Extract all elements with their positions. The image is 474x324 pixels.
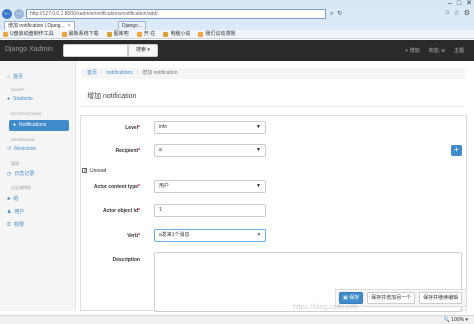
favorite-item[interactable]: 开·在 xyxy=(136,30,155,38)
sidebar-item-groups[interactable]: ♣ 组 xyxy=(7,195,18,203)
sidebar-section-auth: 认证和授权 xyxy=(11,185,31,190)
app-navbar: Django Xadmin 搜索 ▾ + 增加 欢迎, w 主题 xyxy=(0,40,474,61)
breadcrumb-model[interactable]: notifications xyxy=(106,70,132,76)
sidebar-section-myapp: MYAPP xyxy=(11,87,25,92)
actor-object-id-input[interactable]: 1 xyxy=(154,204,266,217)
unread-label: Unread xyxy=(90,168,107,174)
save-and-add-another-button[interactable]: 保存并增加另一个 xyxy=(367,292,416,304)
favorite-item[interactable]: U盘启动盘制作工具 xyxy=(3,30,54,38)
circle-icon: ● xyxy=(7,96,11,102)
zoom-icon: 🔍 xyxy=(443,317,450,323)
sidebar-item-log[interactable]: ◷ 日志记录 xyxy=(7,170,34,178)
level-label: Level* xyxy=(125,125,140,131)
sidebar-section-notifications: NOTIFICATIONS xyxy=(11,111,42,116)
minimize-icon[interactable]: – xyxy=(448,0,452,8)
tab-close-icon[interactable]: × xyxy=(68,23,71,29)
page-title: 增加 notification xyxy=(81,87,465,107)
add-recipient-button[interactable]: + xyxy=(451,145,462,156)
sidebar-item-students[interactable]: ● Students xyxy=(7,96,33,102)
breadcrumb-home[interactable]: 首页 xyxy=(87,70,97,76)
caret-down-icon: ▼ xyxy=(256,183,261,189)
favorites-star-icon[interactable]: ☆ xyxy=(453,9,459,17)
global-search-input[interactable] xyxy=(63,44,128,57)
caret-down-icon: ▼ xyxy=(256,147,261,153)
history-icon: ↺ xyxy=(7,146,12,152)
favorite-icon xyxy=(61,31,67,37)
verb-label: Verb* xyxy=(127,233,140,239)
save-icon: ▣ xyxy=(343,295,348,301)
clear-icon[interactable]: ✕ xyxy=(257,230,261,241)
clock-icon: ◷ xyxy=(7,170,12,177)
actor-content-type-select[interactable]: 用户 ▼ xyxy=(154,180,266,193)
favorite-item[interactable]: 图库吧 xyxy=(106,30,129,38)
save-button[interactable]: ▣ 保存 xyxy=(339,292,364,304)
sidebar-item-permissions[interactable]: ⚿ 权限 xyxy=(7,221,24,229)
favorite-item[interactable]: 电脑小说 xyxy=(163,30,190,38)
zoom-level[interactable]: 🔍 100% ▾ xyxy=(444,316,468,324)
check-icon: ✓ xyxy=(83,168,88,174)
browser-title-bar: – □ ✕ xyxy=(0,0,474,8)
browser-status-bar: 🔍 100% ▾ xyxy=(0,315,474,324)
plus-icon: + xyxy=(454,145,459,154)
favorite-item[interactable]: 最新系统下载 xyxy=(61,30,99,38)
close-icon[interactable]: ✕ xyxy=(466,0,472,8)
favorite-item[interactable]: 我们议动漫帽 xyxy=(198,30,235,38)
forward-button[interactable]: → xyxy=(14,9,24,19)
favorite-icon xyxy=(106,31,112,37)
favorites-bar: U盘启动盘制作工具 最新系统下载 图库吧 开·在 电脑小说 我们议动漫帽 xyxy=(0,30,474,39)
refresh-icon[interactable]: ↻ xyxy=(337,9,342,19)
sidebar-section-reversion: REVERSION xyxy=(11,137,35,142)
home-icon[interactable]: ⌂ xyxy=(445,9,449,17)
circle-icon: ● xyxy=(13,122,17,128)
tab-label: Django... xyxy=(122,23,143,29)
sidebar-item-users[interactable]: ♟ 用户 xyxy=(7,208,25,216)
user-icon: ♟ xyxy=(7,208,12,215)
actor-content-type-label: Actor content type* xyxy=(93,184,140,190)
actor-object-id-label: Actor object id* xyxy=(103,208,140,214)
brand-title[interactable]: Django Xadmin xyxy=(5,46,53,53)
address-input[interactable]: http://127.0.0.1:8000/xadmin/notificatio… xyxy=(26,9,326,19)
breadcrumb: 首页 / notifications / 增加 notification xyxy=(81,68,465,79)
search-button[interactable]: 搜索 ▾ xyxy=(128,44,158,57)
browser-tab-strip: 增加 notification | Djang... × Django... xyxy=(0,20,474,30)
watermark: https://blog.csdn.net/... xyxy=(293,304,364,311)
tools-gear-icon[interactable]: ⚙ xyxy=(464,9,470,17)
nav-user-menu[interactable]: 欢迎, w xyxy=(429,47,445,54)
lock-icon: ⚿ xyxy=(7,221,11,228)
favorite-icon xyxy=(3,31,8,37)
favorite-icon xyxy=(163,31,169,37)
sidebar-section-admin: 管理 xyxy=(11,161,19,166)
breadcrumb-current: 增加 notification xyxy=(142,70,178,76)
sidebar-item-revisions[interactable]: ↺ Revisions xyxy=(7,146,36,152)
window-controls: – □ ✕ xyxy=(448,0,472,8)
recipient-select[interactable]: a ▼ xyxy=(154,144,266,157)
recipient-label: Recipient* xyxy=(115,148,140,154)
nav-theme-menu[interactable]: 主题 xyxy=(454,47,464,54)
nav-add-menu[interactable]: + 增加 xyxy=(405,47,419,54)
home-icon: ⌂ xyxy=(7,73,11,80)
save-and-continue-button[interactable]: 保存并继续编辑 xyxy=(419,292,463,304)
tab-label: 增加 notification | Djang... xyxy=(8,23,65,29)
favorite-icon xyxy=(136,31,142,37)
description-label: Description xyxy=(112,257,140,263)
maximize-icon[interactable]: □ xyxy=(457,0,461,8)
sidebar: ⌂ 首页 MYAPP ● Students NOTIFICATIONS ● Notif… xyxy=(0,61,76,311)
search-icon[interactable]: ⌕ xyxy=(330,9,333,19)
sidebar-item-home[interactable]: ⌂ 首页 xyxy=(7,73,23,81)
level-select[interactable]: info ▼ xyxy=(154,121,266,134)
back-button[interactable]: ← xyxy=(2,9,12,19)
address-bar-row: ← → http://127.0.0.1:8000/xadmin/notific… xyxy=(0,8,474,20)
sidebar-item-notifications[interactable]: ● Notifications xyxy=(9,120,69,131)
unread-checkbox[interactable]: ✓ xyxy=(82,168,88,174)
favorite-icon xyxy=(198,31,204,37)
verb-input[interactable]: a发来1个消息 ✕ xyxy=(154,229,266,242)
caret-down-icon: ▼ xyxy=(256,124,261,130)
group-icon: ♣ xyxy=(7,195,11,202)
